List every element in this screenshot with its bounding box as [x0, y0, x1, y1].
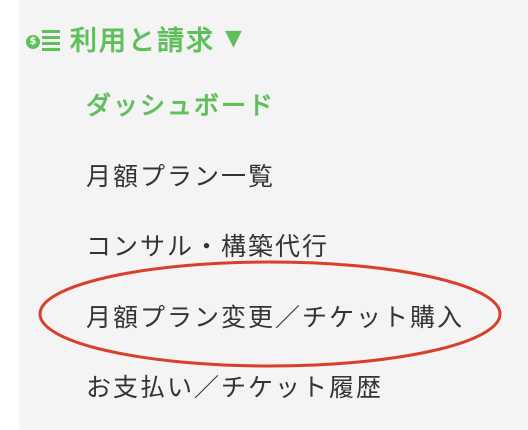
caret-down-icon: ▼: [225, 25, 242, 51]
section-title: 利用と請求: [70, 25, 215, 57]
usage-billing-section-header[interactable]: $ 利用と請求 ▼: [24, 18, 242, 58]
menu-item-payment-history[interactable]: お支払い／チケット履歴: [86, 368, 383, 404]
sidebar-panel: [19, 0, 528, 430]
sidebar-page: $ 利用と請求 ▼ ダッシュボード 月額プラン一覧 コンサル・構築代行 月額プラ…: [0, 0, 528, 430]
menu-item-consulting[interactable]: コンサル・構築代行: [86, 227, 329, 263]
menu-item-dashboard[interactable]: ダッシュボード: [86, 86, 275, 122]
menu-item-monthly-plans[interactable]: 月額プラン一覧: [86, 157, 275, 193]
left-edge-strip: [0, 0, 19, 430]
menu-item-plan-change-ticket[interactable]: 月額プラン変更／チケット購入: [86, 298, 464, 334]
billing-list-icon: $: [24, 25, 62, 51]
